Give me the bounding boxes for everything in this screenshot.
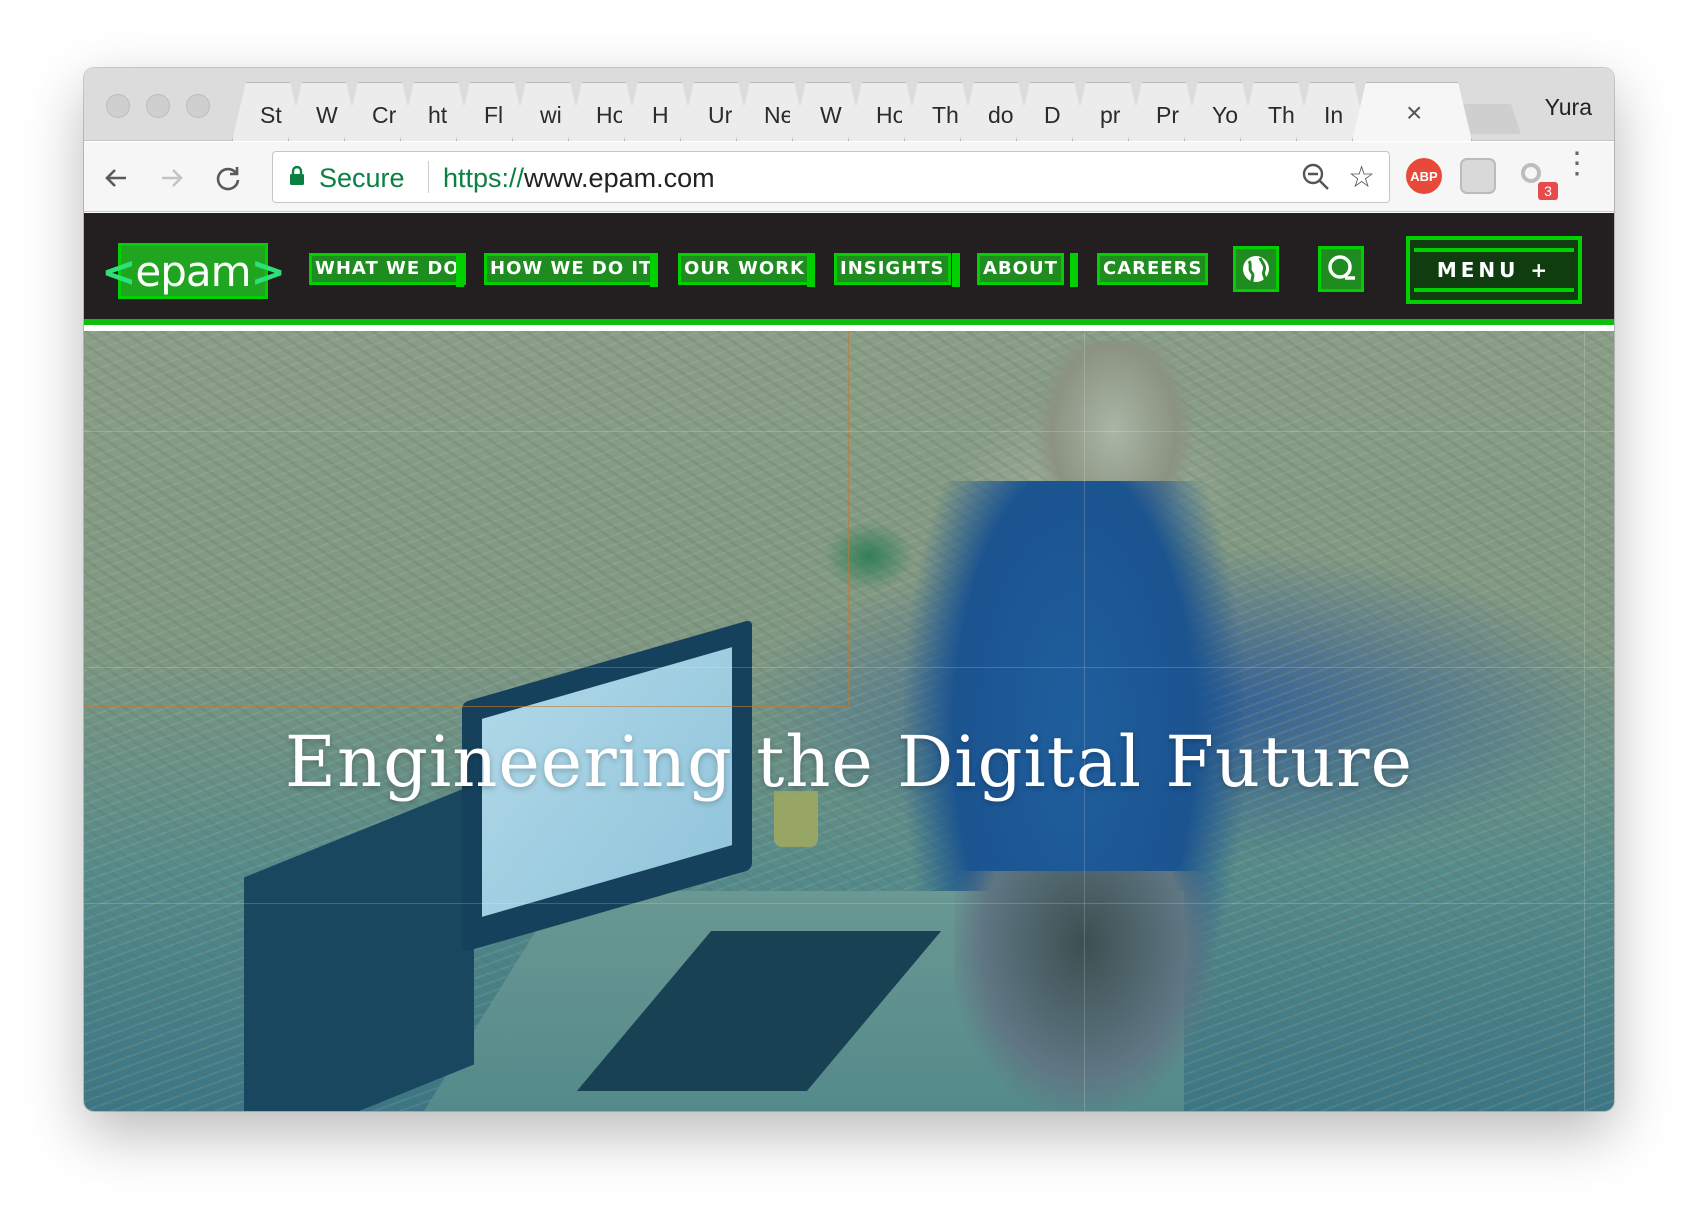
search-icon bbox=[1328, 255, 1355, 280]
tab-title: St bbox=[260, 102, 282, 128]
notification-badge: 3 bbox=[1538, 182, 1558, 200]
grid-line bbox=[84, 667, 1614, 668]
nav-about[interactable]: ABOUT bbox=[977, 253, 1064, 285]
extension-icon[interactable] bbox=[1460, 158, 1496, 194]
hero-headline: Engineering the Digital Future bbox=[284, 721, 1414, 803]
language-globe-button[interactable] bbox=[1233, 246, 1279, 292]
address-separator bbox=[428, 161, 429, 193]
globe-icon bbox=[1243, 256, 1269, 284]
nav-divider bbox=[952, 253, 960, 287]
logo-bracket-left: < bbox=[101, 246, 136, 296]
url-text: https://www.epam.com bbox=[443, 163, 715, 194]
nav-our-work[interactable]: OUR WORK bbox=[678, 253, 812, 285]
browser-window: St W Cr ht Fl wi Ho H Ur Ne W Ho Th do D… bbox=[84, 68, 1614, 1111]
site-header: < epam > WHAT WE DO HOW WE DO IT OUR WORK … bbox=[84, 213, 1614, 325]
security-label: Secure bbox=[319, 163, 405, 193]
tab-title: In bbox=[1324, 102, 1344, 128]
browser-toolbar: Secure https://www.epam.com ☆ ABP 3 ⋮ bbox=[84, 142, 1614, 212]
url-scheme: https:// bbox=[443, 163, 525, 193]
extension-gear-icon[interactable]: 3 bbox=[1516, 158, 1558, 200]
nav-divider bbox=[650, 253, 658, 287]
tab-title: Cr bbox=[372, 102, 397, 128]
zoom-out-icon[interactable] bbox=[1301, 162, 1331, 192]
tab-list: St W Cr ht Fl wi Ho H Ur Ne W Ho Th do D… bbox=[232, 82, 1462, 141]
nav-divider bbox=[456, 253, 464, 287]
tab-title: W bbox=[316, 102, 338, 128]
tab-title: wi bbox=[540, 102, 562, 128]
nav-divider bbox=[1070, 253, 1078, 287]
tab-title: Ho bbox=[876, 102, 902, 128]
nav-how-we-do-it[interactable]: HOW WE DO IT bbox=[484, 253, 659, 285]
close-tab-icon[interactable]: × bbox=[1406, 97, 1422, 129]
search-button[interactable] bbox=[1318, 246, 1364, 292]
tab-title: Th bbox=[1268, 102, 1294, 128]
browser-tab-active[interactable]: × bbox=[1352, 82, 1472, 141]
arrow-right-icon bbox=[162, 169, 183, 187]
tab-title: Fl bbox=[484, 102, 504, 128]
tab-title: ht bbox=[428, 102, 448, 128]
nav-what-we-do[interactable]: WHAT WE DO bbox=[309, 253, 466, 285]
lock-icon bbox=[290, 166, 304, 185]
tab-title: Ho bbox=[596, 102, 622, 128]
nav-insights[interactable]: INSIGHTS bbox=[834, 253, 951, 285]
logo-bracket-right: > bbox=[250, 246, 286, 296]
reload-icon bbox=[216, 167, 240, 191]
tab-title: Pr bbox=[1156, 102, 1179, 128]
nav-careers[interactable]: CAREERS bbox=[1097, 253, 1209, 285]
reload-button[interactable] bbox=[208, 158, 248, 198]
adblock-plus-icon[interactable]: ABP bbox=[1406, 158, 1442, 194]
tab-title: pr bbox=[1100, 102, 1121, 128]
nav-divider bbox=[807, 253, 815, 287]
debug-outline bbox=[84, 331, 849, 707]
url-host: www.epam.com bbox=[524, 163, 715, 193]
forward-button[interactable] bbox=[152, 158, 192, 198]
arrow-left-icon bbox=[105, 169, 126, 187]
maximize-window-button[interactable] bbox=[186, 94, 210, 118]
tab-title: Yo bbox=[1212, 102, 1238, 128]
hero-banner: Engineering the Digital Future bbox=[84, 331, 1614, 1111]
tab-title: Th bbox=[932, 102, 958, 128]
profile-name[interactable]: Yura bbox=[1545, 94, 1592, 121]
tab-title: Ur bbox=[708, 102, 733, 128]
menu-button[interactable]: MENU + bbox=[1406, 236, 1582, 304]
tab-strip: St W Cr ht Fl wi Ho H Ur Ne W Ho Th do D… bbox=[84, 68, 1614, 141]
tab-title: Ne bbox=[764, 102, 790, 128]
tab-title: D bbox=[1044, 102, 1061, 128]
site-logo[interactable]: < epam > bbox=[101, 243, 286, 299]
tab-title: do bbox=[988, 102, 1014, 128]
address-bar[interactable]: Secure https://www.epam.com ☆ bbox=[272, 151, 1390, 203]
tab-title: W bbox=[820, 102, 842, 128]
browser-menu-icon[interactable]: ⋮ bbox=[1562, 149, 1592, 179]
back-button[interactable] bbox=[96, 158, 136, 198]
bookmark-star-icon[interactable]: ☆ bbox=[1348, 160, 1375, 195]
close-window-button[interactable] bbox=[106, 94, 130, 118]
grid-line bbox=[84, 431, 1614, 432]
logo-text: epam bbox=[135, 246, 251, 296]
web-page: < epam > WHAT WE DO HOW WE DO IT OUR WORK … bbox=[84, 213, 1614, 1111]
tab-title: H bbox=[652, 102, 669, 128]
minimize-window-button[interactable] bbox=[146, 94, 170, 118]
grid-line bbox=[84, 903, 1614, 904]
